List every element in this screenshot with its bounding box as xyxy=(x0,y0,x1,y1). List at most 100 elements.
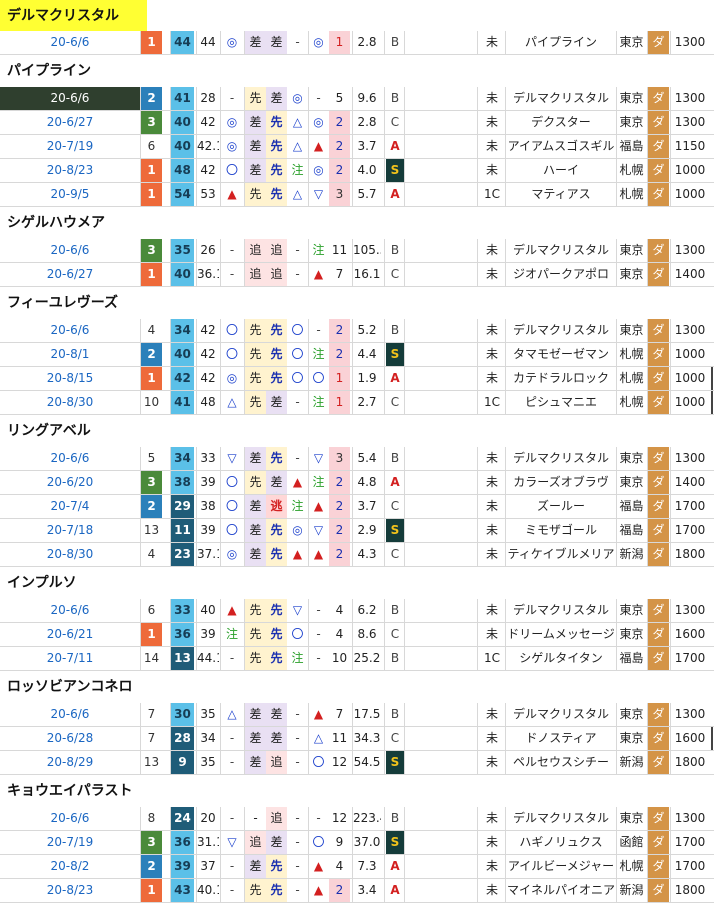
race-date-link[interactable]: 20-6/6 xyxy=(0,87,140,110)
race-winner-link[interactable]: ミモザゴール xyxy=(506,519,616,542)
column-divider xyxy=(196,263,197,286)
surface-dirt: ダ xyxy=(648,31,669,54)
race-date-link[interactable]: 20-6/28 xyxy=(0,727,140,750)
race-date-link[interactable]: 20-8/1 xyxy=(0,343,140,366)
column-divider xyxy=(670,543,671,566)
race-winner-link[interactable]: シゲルタイタン xyxy=(506,647,616,670)
race-date-link[interactable]: 20-6/6 xyxy=(0,807,140,830)
race-date-link[interactable]: 20-8/2 xyxy=(0,855,140,878)
race-date-link[interactable]: 20-6/6 xyxy=(0,447,140,470)
column-divider xyxy=(170,727,171,750)
prediction-mark: 〇 xyxy=(225,323,238,337)
race-date-link[interactable]: 20-8/23 xyxy=(0,879,140,902)
column-divider xyxy=(140,183,141,206)
odds: 4.4 xyxy=(357,347,377,361)
column-divider xyxy=(477,31,478,54)
race-winner-link[interactable]: パイプライン xyxy=(506,31,616,54)
race-class: 未 xyxy=(485,371,498,385)
race-date-link[interactable]: 20-7/19 xyxy=(0,831,140,854)
speed-index: 39 xyxy=(171,855,194,878)
horse-name: キョウエイパラスト xyxy=(7,783,133,799)
frame-number: 7 xyxy=(147,707,156,721)
race-date-link[interactable]: 20-8/30 xyxy=(0,543,140,566)
race-class: 未 xyxy=(485,523,498,537)
race-winner-link[interactable]: マイネルパイオニア xyxy=(506,879,616,902)
race-date-link[interactable]: 20-7/18 xyxy=(0,519,140,542)
speed-index: 30 xyxy=(171,703,194,726)
column-divider xyxy=(196,367,197,390)
track-name: 新潟 xyxy=(619,883,644,897)
race-date-link[interactable]: 20-6/6 xyxy=(0,239,140,262)
race-date-link[interactable]: 20-6/6 xyxy=(0,703,140,726)
race-date-link[interactable]: 20-8/23 xyxy=(0,159,140,182)
race-date-link[interactable]: 20-6/20 xyxy=(0,471,140,494)
column-divider xyxy=(196,751,197,774)
column-divider xyxy=(616,751,617,774)
prediction-mark: 〇 xyxy=(225,163,238,177)
race-winner-link[interactable]: デクスター xyxy=(506,111,616,134)
odds: 8.6 xyxy=(357,627,377,641)
horse-name-header: インプルソ xyxy=(0,567,714,599)
race-date-link[interactable]: 20-6/27 xyxy=(0,263,140,286)
race-date-link[interactable]: 20-7/11 xyxy=(0,647,140,670)
race-winner-link[interactable]: タマモゼーゼマン xyxy=(506,343,616,366)
race-winner-link[interactable]: デルマクリスタル xyxy=(506,319,616,342)
race-winner-link[interactable]: ピシュマニエ xyxy=(506,391,616,414)
race-winner-link[interactable]: デルマクリスタル xyxy=(506,599,616,622)
column-divider xyxy=(220,367,221,390)
race-winner-link[interactable]: デルマクリスタル xyxy=(506,239,616,262)
race-date-link[interactable]: 20-6/21 xyxy=(0,623,140,646)
popularity: 11 xyxy=(331,243,348,257)
race-winner-link[interactable]: アイルビーメジャー xyxy=(506,855,616,878)
race-winner-link[interactable]: ジオパークアポロ xyxy=(506,263,616,286)
race-winner-link[interactable]: デルマクリスタル xyxy=(506,87,616,110)
race-winner-link[interactable]: カテドラルロック xyxy=(506,367,616,390)
race-winner-link[interactable]: カラーズオブラヴ xyxy=(506,471,616,494)
column-divider xyxy=(477,87,478,110)
column-divider xyxy=(352,543,353,566)
race-winner-link[interactable]: ティケイブルメリア xyxy=(506,543,616,566)
race-date-link[interactable]: 20-6/6 xyxy=(0,319,140,342)
race-date-link[interactable]: 20-8/15 xyxy=(0,367,140,390)
race-winner-link[interactable]: アイアムスゴスギル xyxy=(506,135,616,158)
mark-3: ▲ xyxy=(313,859,324,873)
column-divider xyxy=(196,239,197,262)
prediction-mark: - xyxy=(229,731,235,745)
column-divider xyxy=(404,319,405,342)
column-divider xyxy=(140,239,141,262)
race-winner-link[interactable]: デルマクリスタル xyxy=(506,703,616,726)
odds: 4.0 xyxy=(357,163,377,177)
race-winner-link[interactable]: ペルセウスシチー xyxy=(506,751,616,774)
column-divider xyxy=(670,855,671,878)
track-name: 東京 xyxy=(619,267,644,281)
column-divider xyxy=(352,391,353,414)
race-grade: B xyxy=(390,811,400,825)
race-date-link[interactable]: 20-7/4 xyxy=(0,495,140,518)
column-divider xyxy=(352,471,353,494)
running-style-race: 追 xyxy=(266,751,287,774)
race-winner-link[interactable]: ドリームメッセージ xyxy=(506,623,616,646)
race-winner-link[interactable]: ハーイ xyxy=(506,159,616,182)
race-winner-link[interactable]: デルマクリスタル xyxy=(506,447,616,470)
race-date-link[interactable]: 20-7/19 xyxy=(0,135,140,158)
race-winner-link[interactable]: ドノスティア xyxy=(506,727,616,750)
race-winner-link[interactable]: マティアス xyxy=(506,183,616,206)
running-style: 差 xyxy=(245,159,266,182)
surface-dirt: ダ xyxy=(648,599,669,622)
column-divider xyxy=(140,727,141,750)
column-divider xyxy=(647,367,648,390)
mark-2: ▽ xyxy=(292,603,303,617)
column-divider xyxy=(647,343,648,366)
race-date-link[interactable]: 20-6/27 xyxy=(0,111,140,134)
race-date-link[interactable]: 20-8/30 xyxy=(0,391,140,414)
race-date-link[interactable]: 20-6/6 xyxy=(0,599,140,622)
race-winner-link[interactable]: デルマクリスタル xyxy=(506,807,616,830)
race-date-link[interactable]: 20-6/6 xyxy=(0,31,140,54)
column-divider xyxy=(477,183,478,206)
prediction-mark: - xyxy=(229,883,235,897)
race-winner-link[interactable]: ズールー xyxy=(506,495,616,518)
distance: 1400 xyxy=(674,475,706,489)
race-date-link[interactable]: 20-9/5 xyxy=(0,183,140,206)
race-date-link[interactable]: 20-8/29 xyxy=(0,751,140,774)
race-winner-link[interactable]: ハギノリュクス xyxy=(506,831,616,854)
